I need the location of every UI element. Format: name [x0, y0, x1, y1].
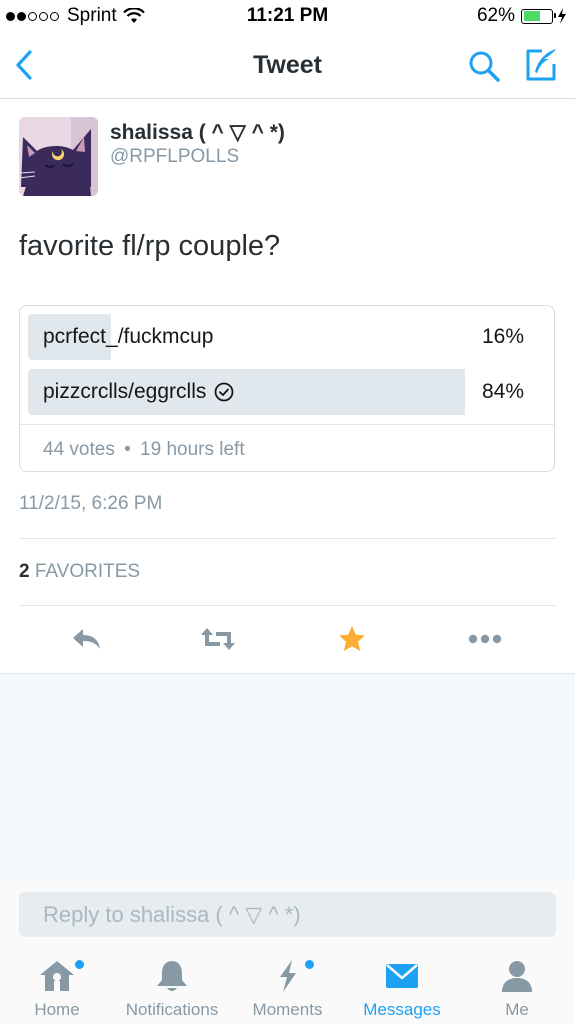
more-button[interactable] — [467, 622, 503, 656]
envelope-icon — [386, 964, 418, 988]
poll-option-percent: 84% — [481, 380, 524, 403]
battery-fill — [523, 11, 541, 21]
poll-option-percent: 16% — [481, 325, 524, 348]
tab-me[interactable]: Me — [459, 940, 575, 1024]
lightning-icon — [279, 960, 296, 992]
tab-label: Home — [34, 1000, 80, 1019]
poll-votes: 44 votes — [43, 439, 115, 460]
home-new-dot — [75, 960, 84, 969]
charging-icon — [558, 8, 566, 24]
cat-avatar-icon — [19, 117, 98, 196]
poll-separator: • — [124, 439, 131, 460]
check-circle-icon — [214, 382, 234, 402]
divider — [19, 605, 556, 606]
tab-label: Moments — [252, 1000, 323, 1019]
poll-footer: 44 votes • 19 hours left — [43, 439, 245, 461]
empty-replies-area — [0, 673, 575, 881]
star-icon — [339, 626, 365, 651]
compose-icon — [526, 49, 556, 81]
retweet-icon — [201, 628, 235, 650]
poll-card: pcrfect_/fuckmcup 16% pizzcrclls/eggrcll… — [19, 305, 555, 472]
poll-time-left: 19 hours left — [140, 439, 245, 460]
nav-bar: Tweet — [0, 34, 575, 99]
search-button[interactable] — [466, 48, 502, 84]
person-icon — [502, 961, 532, 992]
status-bar: Sprint 11:21 PM 62% — [0, 0, 575, 34]
reply-input[interactable] — [19, 892, 556, 937]
display-name[interactable]: shalissa ( ^ ▽ ^ *) — [110, 120, 285, 145]
favorites-count[interactable]: 2 FAVORITES — [19, 561, 140, 583]
avatar[interactable] — [19, 117, 98, 196]
poll-option-1: pcrfect_/fuckmcup 16% — [28, 314, 548, 360]
favorite-button[interactable] — [334, 622, 370, 656]
tab-home[interactable]: Home — [0, 940, 114, 1024]
search-icon — [469, 51, 500, 82]
reply-icon — [73, 629, 100, 649]
bell-icon — [157, 961, 187, 991]
home-icon — [40, 961, 74, 991]
tab-label: Messages — [363, 1000, 441, 1019]
retweet-button[interactable] — [200, 622, 236, 656]
tab-label: Me — [505, 1000, 529, 1019]
moments-new-dot — [305, 960, 314, 969]
divider — [19, 538, 556, 539]
user-handle[interactable]: @RPFLPOLLS — [110, 146, 239, 168]
divider — [20, 424, 554, 425]
reply-bar — [0, 880, 575, 940]
compose-button[interactable] — [522, 46, 560, 84]
status-right: 62% — [477, 5, 567, 27]
tab-messages[interactable]: Messages — [345, 940, 459, 1024]
tweet-text: favorite fl/rp couple? — [19, 230, 281, 262]
poll-option-label: pizzcrclls/eggrclls — [43, 380, 234, 404]
poll-option-label: pcrfect_/fuckmcup — [43, 325, 214, 348]
tab-label: Notifications — [125, 1000, 219, 1019]
tab-moments[interactable]: Moments — [230, 940, 345, 1024]
tab-notifications[interactable]: Notifications — [114, 940, 230, 1024]
tab-bar: Home Notifications Moments Messages Me — [0, 940, 575, 1024]
poll-option-2: pizzcrclls/eggrclls 84% — [28, 369, 548, 415]
reply-button[interactable] — [69, 622, 105, 656]
tweet-timestamp: 11/2/15, 6:26 PM — [19, 493, 163, 514]
battery-percent: 62% — [476, 5, 515, 26]
more-icon — [468, 634, 502, 644]
battery-icon — [521, 8, 556, 24]
